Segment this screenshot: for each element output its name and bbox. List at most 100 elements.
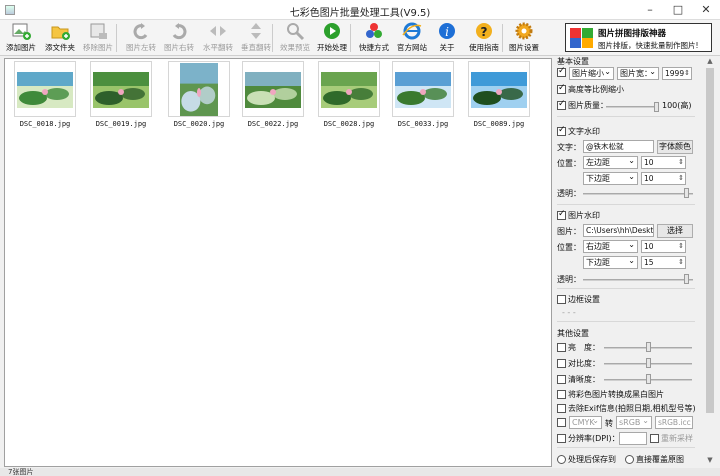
convert-label: 转 — [605, 419, 613, 428]
text-v-align-select[interactable]: 下边距 — [583, 172, 638, 185]
image-h-align-select[interactable]: 右边距 — [583, 240, 638, 253]
add-pic-button[interactable]: 添加图片 — [2, 21, 40, 55]
file-list[interactable]: DSC_0018.jpg DSC_0019.jpg DSC_0020.jpg DSC_… — [4, 58, 552, 467]
color-convert-checkbox[interactable] — [557, 418, 568, 427]
keep-ratio-option[interactable]: 高度等比例缩小 — [557, 83, 624, 95]
flip-h-button[interactable]: 水平翻转 — [198, 21, 238, 55]
grayscale-option[interactable]: 将彩色图片转换成黑白图片 — [557, 389, 664, 400]
watermark-image-path[interactable]: C:\Users\hh\Deskto — [583, 224, 654, 237]
watermark-text-input[interactable]: @铁木松就 — [583, 140, 654, 153]
remove-exif-option[interactable]: 去除Exif信息(拍照日期,相机型号等) — [557, 403, 696, 414]
save-to-option[interactable]: 处理后保存到 — [557, 454, 616, 465]
scroll-down-icon[interactable]: ▼ — [705, 456, 715, 464]
checkbox[interactable] — [557, 418, 566, 427]
text-opacity-track[interactable] — [583, 193, 693, 195]
font-color-button[interactable]: 字体颜色 — [657, 140, 693, 154]
image-opacity-track[interactable] — [583, 279, 693, 281]
image-watermark-label: 图片水印 — [568, 211, 600, 220]
file-thumbnail[interactable]: DSC_0033.jpg — [392, 61, 454, 128]
start-button[interactable]: 开始处理 — [314, 21, 350, 55]
file-thumbnail[interactable]: DSC_0019.jpg — [90, 61, 152, 128]
brightness-option[interactable]: 亮 度： — [557, 342, 600, 353]
preview-button[interactable]: 效果预览 — [276, 21, 314, 55]
checkbox[interactable] — [557, 83, 566, 94]
checkbox[interactable] — [557, 390, 566, 399]
checkbox[interactable] — [557, 375, 566, 384]
close-icon[interactable]: ✕ — [692, 0, 720, 20]
text-h-align-select[interactable]: 左边距 — [583, 156, 638, 169]
image-v-value[interactable]: 15 — [641, 256, 686, 269]
thumbnail-frame — [90, 61, 152, 117]
resize-mode-select[interactable]: 图片缩小 — [569, 67, 614, 80]
scroll-thumb[interactable] — [706, 68, 714, 413]
add-folder-button[interactable]: 添文件夹 — [42, 21, 78, 55]
radio[interactable] — [557, 455, 566, 464]
scroll-up-icon[interactable]: ▲ — [705, 57, 715, 65]
remove-pic-button[interactable]: 移除图片 — [80, 21, 116, 55]
dimension-select[interactable]: 图片宽： — [617, 67, 659, 80]
dpi-input[interactable] — [619, 432, 647, 445]
file-name: DSC_0028.jpg — [323, 120, 375, 128]
text-h-value[interactable]: 10 — [641, 156, 686, 169]
file-thumbnail[interactable]: DSC_0020.jpg — [168, 61, 230, 128]
website-button[interactable]: 官方网站 — [392, 21, 432, 55]
minimize-icon[interactable]: – — [636, 0, 664, 20]
image-h-value[interactable]: 10 — [641, 240, 686, 253]
contrast-option[interactable]: 对比度： — [557, 358, 600, 369]
color-to-select[interactable]: sRGB — [616, 416, 652, 429]
quality-value: 100(高) — [662, 101, 692, 110]
shortcut-button[interactable]: 快捷方式 — [354, 21, 394, 55]
maximize-icon[interactable]: □ — [664, 0, 692, 20]
file-thumbnail[interactable]: DSC_0022.jpg — [242, 61, 304, 128]
file-thumbnail[interactable]: DSC_0018.jpg — [14, 61, 76, 128]
add-folder-icon — [51, 26, 70, 40]
checkbox[interactable] — [557, 343, 566, 352]
quality-slider-knob[interactable] — [654, 102, 659, 112]
dimension-input[interactable]: 1999 — [662, 67, 692, 80]
sharpness-knob[interactable] — [646, 374, 651, 384]
checkbox[interactable] — [557, 295, 566, 304]
checkbox[interactable] — [557, 125, 566, 136]
choose-image-button[interactable]: 选择 — [657, 224, 693, 238]
quality-slider-track[interactable] — [606, 106, 658, 108]
icc-profile-field[interactable]: sRGB.icc — [655, 416, 693, 429]
brightness-knob[interactable] — [646, 342, 651, 352]
settings-scrollbar[interactable]: ▲ ▼ — [704, 56, 716, 468]
rotate-right-button[interactable]: 图片右转 — [160, 21, 198, 55]
border-option[interactable]: 边框设置 — [557, 294, 600, 305]
quality-option[interactable]: 图片质量： — [557, 99, 608, 111]
guide-button[interactable]: ? 使用指南 — [464, 21, 504, 55]
contrast-knob[interactable] — [646, 358, 651, 368]
checkbox[interactable] — [557, 359, 566, 368]
overwrite-option[interactable]: 直接覆盖原图 — [625, 454, 684, 465]
window-title: 七彩色图片批量处理工具(V9.5) — [289, 8, 431, 19]
color-from-select[interactable]: CMYK — [569, 416, 602, 429]
checkbox[interactable] — [557, 404, 566, 413]
rotate-left-button[interactable]: 图片左转 — [120, 21, 162, 55]
text-watermark-option[interactable]: 文字水印 — [557, 125, 600, 137]
checkbox[interactable] — [557, 66, 566, 77]
image-v-align-select[interactable]: 下边距 — [583, 256, 638, 269]
checkbox[interactable] — [557, 209, 566, 220]
image-opacity-knob[interactable] — [684, 274, 689, 284]
resample-option[interactable]: 重新采样 — [650, 433, 693, 444]
image-watermark-option[interactable]: 图片水印 — [557, 209, 600, 221]
about-button[interactable]: i 关于 — [434, 21, 460, 55]
file-thumbnail[interactable]: DSC_0028.jpg — [318, 61, 380, 128]
dpi-option[interactable]: 分辨率(DPI)： — [557, 433, 620, 444]
promo-banner[interactable]: 图片拼图排版神器 图片排版，快速批量制作图片! — [565, 23, 712, 52]
checkbox[interactable] — [557, 99, 566, 110]
dpi-label: 分辨率(DPI)： — [568, 434, 620, 443]
radio[interactable] — [625, 455, 634, 464]
sharpness-option[interactable]: 清晰度： — [557, 374, 600, 385]
settings-button[interactable]: 图片设置 — [506, 21, 542, 55]
text-opacity-knob[interactable] — [684, 188, 689, 198]
checkbox[interactable] — [650, 434, 659, 443]
toolbar-label: 图片左转 — [126, 43, 156, 52]
checkbox[interactable] — [557, 434, 566, 443]
text-v-value[interactable]: 10 — [641, 172, 686, 185]
flip-v-button[interactable]: 垂直翻转 — [236, 21, 276, 55]
text-opacity-label: 透明： — [557, 189, 581, 198]
resize-checkbox[interactable] — [557, 66, 568, 77]
file-thumbnail[interactable]: DSC_0089.jpg — [468, 61, 530, 128]
